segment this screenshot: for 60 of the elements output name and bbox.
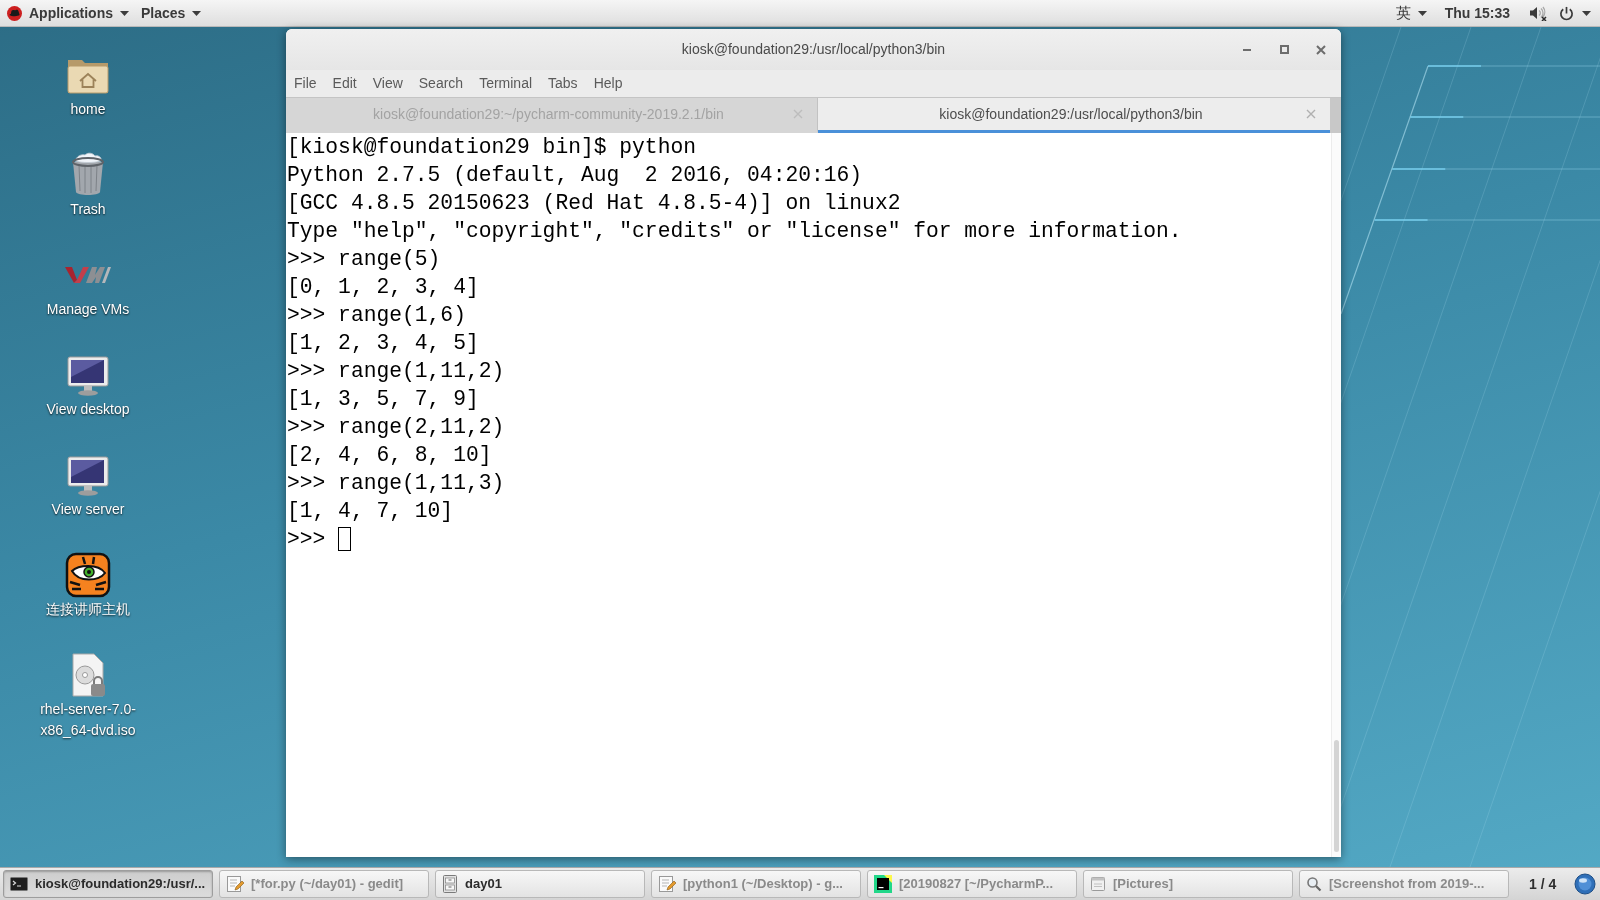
desktop-icon-label[interactable]: Manage VMs [46,299,130,320]
scrollbar-track[interactable] [1331,133,1341,857]
menu-item[interactable]: Search [410,70,472,97]
tab[interactable]: kiosk@foundation29:/usr/local/python3/bin [818,98,1330,133]
text-editor-icon [658,875,676,893]
menu-item[interactable]: Help [585,70,631,97]
input-method-menu[interactable]: 英 [1393,0,1429,26]
terminal-line: [0, 1, 2, 3, 4] [287,274,479,301]
taskbar-button[interactable]: day01 [435,870,645,898]
magnifier-icon [1306,876,1322,892]
terminal-prompt: >>> [287,526,326,553]
window-icon [1090,876,1106,892]
caret-down-icon [120,10,129,16]
minimize-icon [1243,48,1251,51]
terminal-line: [1, 3, 5, 7, 9] [287,386,479,413]
terminal-line: >>> range(2,11,2) [287,414,505,441]
terminal-line: Python 2.7.5 (default, Aug 2 2016, 04:20:16) [287,162,863,189]
caret-down-icon [1582,10,1591,16]
terminal-line: >>> range(1,11,3) [287,470,505,497]
terminal-line: [2, 4, 6, 8, 10] [287,442,492,469]
taskbar-button[interactable]: kiosk@foundation29:/usr/... [3,870,213,898]
caret-down-icon [192,10,202,16]
terminal-line: >>> range(1,11,2) [287,358,505,385]
caret-down-icon [1417,10,1427,16]
tiger-face-icon [64,551,112,599]
desktop-icon-label[interactable]: View desktop [46,399,130,420]
workspace-indicator[interactable]: 1 / 4 [1529,873,1557,895]
text-cursor [338,527,352,551]
terminal-icon [10,876,28,892]
desktop-icon-label[interactable]: View server [51,499,125,520]
desktop-icon-label[interactable]: Trash [70,199,106,220]
file-cabinet-icon [442,875,458,893]
desktop-icon-label[interactable]: rhel-server-7.0-x86_64-dvd.iso [24,699,152,741]
hat-logo-icon [7,5,22,21]
text-editor-icon [226,875,244,893]
power-icon[interactable] [1559,5,1574,21]
menu-item[interactable]: View [364,70,411,97]
terminal-line: Type "help", "copyright", "credits" or "license" for more information. [287,218,1182,245]
menu-item[interactable]: Edit [324,70,365,97]
volume-muted-icon[interactable] [1530,5,1547,21]
close-icon [1316,44,1326,55]
terminal-line: [kiosk@foundation29 bin]$ python [287,134,696,161]
menu-item[interactable]: File [286,70,325,97]
app-logo-icon [874,875,892,893]
terminal-line: [GCC 4.8.5 20150623 (Red Hat 4.8.5-4)] on linux2 [287,190,901,217]
top-bar-menu[interactable]: Applications [5,0,131,26]
window-title: kiosk@foundation29:/usr/local/python3/bin [680,40,947,59]
desktop-icon-label[interactable]: home [70,99,106,120]
terminal-line: >>> range(1,6) [287,302,466,329]
desktop-icon-label[interactable]: 连接讲师主机 [46,599,130,620]
menu-item[interactable]: Tabs [540,70,586,97]
terminal-line: >>> range(5) [287,246,441,273]
top-bar-menu[interactable]: Places [139,0,204,26]
terminal-line: [1, 4, 7, 10] [287,498,454,525]
scrollbar-thumb[interactable] [1334,740,1339,852]
orb-icon[interactable] [1574,873,1597,895]
maximize-icon [1279,45,1289,54]
clock[interactable]: Thu 15:33 [1444,0,1510,26]
menu-item[interactable]: Terminal [471,70,541,97]
terminal-line: [1, 2, 3, 4, 5] [287,330,479,357]
